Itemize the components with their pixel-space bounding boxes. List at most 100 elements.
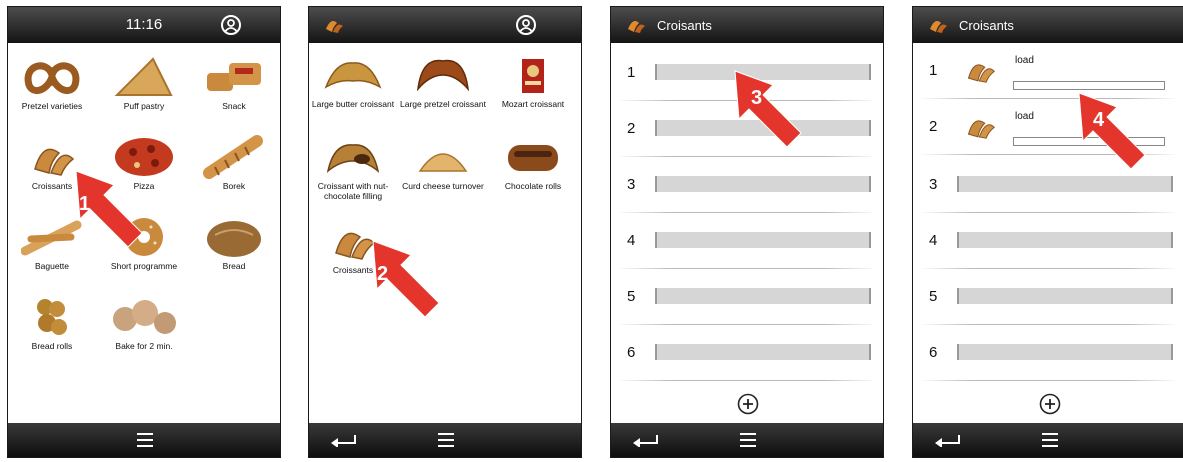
product-curd-cheese-turnover[interactable]: Curd cheese turnover bbox=[399, 135, 487, 191]
croissant-logo-icon[interactable] bbox=[927, 15, 949, 35]
puff-pastry-icon bbox=[114, 57, 173, 96]
croissant-logo-icon[interactable] bbox=[323, 15, 345, 35]
croissant-icon bbox=[416, 59, 470, 92]
slot-empty-bar[interactable] bbox=[655, 176, 871, 192]
product-label: Baguette bbox=[34, 261, 70, 271]
step-arrow-4: 4 bbox=[1075, 91, 1155, 181]
screen-croissant-products: Large butter croissant Large pretzel cro… bbox=[308, 6, 582, 458]
red-arrow-icon bbox=[734, 70, 802, 148]
screen-product-categories: 11:16 Pretzel varieties Puff pastry Snac… bbox=[7, 6, 281, 458]
menu-icon[interactable] bbox=[135, 431, 155, 449]
screen-title: Croisants bbox=[657, 18, 712, 33]
top-bar bbox=[309, 7, 581, 43]
croissant-logo-icon[interactable] bbox=[625, 15, 647, 35]
croissant-icon bbox=[326, 144, 380, 173]
slot-number: 4 bbox=[929, 232, 938, 249]
croissant-icon bbox=[324, 62, 382, 89]
product-label: Croissant with nut-chocolate filling bbox=[317, 181, 389, 201]
slot-empty-bar[interactable] bbox=[957, 232, 1173, 248]
menu-icon[interactable] bbox=[1040, 431, 1060, 449]
product-label: Large butter croissant bbox=[311, 99, 395, 109]
product-chocolate-rolls[interactable]: Chocolate rolls bbox=[489, 135, 577, 191]
product-pretzel-varieties[interactable]: Pretzel varieties bbox=[8, 55, 96, 111]
step-number: 3 bbox=[751, 87, 763, 109]
slot-row[interactable]: 4 bbox=[913, 213, 1183, 269]
slot-row[interactable]: 6 bbox=[611, 325, 883, 381]
back-arrow-icon[interactable] bbox=[933, 431, 963, 447]
product-label: Puff pastry bbox=[123, 101, 165, 111]
menu-icon[interactable] bbox=[436, 431, 456, 449]
product-bake-2-min[interactable]: Bake for 2 min. bbox=[100, 295, 188, 351]
product-label: Short programme bbox=[110, 261, 178, 271]
product-snack[interactable]: Snack bbox=[190, 55, 278, 111]
bottom-bar bbox=[8, 423, 280, 457]
turnover-icon bbox=[418, 153, 468, 172]
step-number: 2 bbox=[377, 263, 389, 285]
product-label: Pretzel varieties bbox=[21, 101, 83, 111]
product-large-pretzel-croissant[interactable]: Large pretzel croissant bbox=[399, 53, 487, 109]
slot-number: 1 bbox=[929, 62, 938, 79]
product-croissant-nut-chocolate[interactable]: Croissant with nut-chocolate filling bbox=[309, 135, 397, 201]
slot-empty-bar[interactable] bbox=[655, 288, 871, 304]
slot-empty-bar[interactable] bbox=[655, 344, 871, 360]
bottom-bar bbox=[913, 423, 1183, 457]
slot-empty-bar[interactable] bbox=[655, 232, 871, 248]
slot-number: 6 bbox=[627, 344, 636, 361]
back-arrow-icon[interactable] bbox=[631, 431, 661, 447]
slot-number: 6 bbox=[929, 344, 938, 361]
screen-title: Croisants bbox=[959, 18, 1014, 33]
add-icon[interactable] bbox=[737, 393, 759, 415]
screen-slots-empty: Croisants 1 2 3 4 5 6 3 bbox=[610, 6, 884, 458]
chocolate-roll-icon bbox=[508, 145, 558, 171]
slot-row[interactable]: 5 bbox=[611, 269, 883, 325]
product-label: Borek bbox=[222, 181, 246, 191]
product-puff-pastry[interactable]: Puff pastry bbox=[100, 55, 188, 111]
bottom-bar bbox=[611, 423, 883, 457]
profile-icon[interactable] bbox=[515, 14, 537, 36]
slot-number: 3 bbox=[929, 176, 938, 193]
slot-number: 2 bbox=[627, 120, 636, 137]
product-label: Snack bbox=[222, 101, 246, 111]
slot-empty-bar[interactable] bbox=[957, 288, 1173, 304]
slot-progress-bar bbox=[1013, 81, 1165, 90]
product-large-butter-croissant[interactable]: Large butter croissant bbox=[309, 53, 397, 109]
product-bread-rolls[interactable]: Bread rolls bbox=[8, 295, 96, 351]
step-arrow-3: 3 bbox=[731, 69, 811, 159]
red-arrow-icon bbox=[75, 170, 143, 248]
slot-number: 1 bbox=[627, 64, 636, 81]
step-number: 4 bbox=[1093, 109, 1105, 131]
divider bbox=[617, 380, 877, 381]
mozart-box-icon bbox=[522, 59, 544, 93]
product-label: Large pretzel croissant bbox=[400, 99, 486, 109]
back-arrow-icon[interactable] bbox=[329, 431, 359, 447]
slot-row[interactable]: 4 bbox=[611, 213, 883, 269]
slot-row[interactable]: 3 bbox=[611, 157, 883, 213]
croissant-icon bbox=[967, 64, 995, 83]
bread-rolls-icon bbox=[37, 299, 67, 335]
screen-slots-loaded: Croisants 1 load 2 load 3 4 5 6 4 bbox=[912, 6, 1183, 458]
product-label: Bread bbox=[222, 261, 246, 271]
top-bar: 11:16 bbox=[8, 7, 280, 43]
product-label: Bread rolls bbox=[31, 341, 73, 351]
slot-status-label: load bbox=[1015, 111, 1034, 122]
croissant-icon bbox=[967, 120, 995, 139]
product-mozart-croissant[interactable]: Mozart croissant bbox=[489, 53, 577, 109]
menu-icon[interactable] bbox=[738, 431, 758, 449]
slot-number: 4 bbox=[627, 232, 636, 249]
slot-number: 2 bbox=[929, 118, 938, 135]
profile-icon[interactable] bbox=[220, 14, 242, 36]
product-label: Bake for 2 min. bbox=[115, 341, 173, 351]
slot-row[interactable]: 5 bbox=[913, 269, 1183, 325]
top-bar: Croisants bbox=[611, 7, 883, 43]
divider bbox=[919, 380, 1179, 381]
slot-status-label: load bbox=[1015, 55, 1034, 66]
slot-row[interactable]: 6 bbox=[913, 325, 1183, 381]
product-bread[interactable]: Bread bbox=[190, 215, 278, 271]
product-label: Mozart croissant bbox=[501, 99, 565, 109]
product-label: Curd cheese turnover bbox=[402, 181, 484, 191]
slot-number: 5 bbox=[929, 288, 938, 305]
add-icon[interactable] bbox=[1039, 393, 1061, 415]
snack-icon bbox=[207, 63, 261, 91]
slot-empty-bar[interactable] bbox=[957, 344, 1173, 360]
product-borek[interactable]: Borek bbox=[190, 135, 278, 191]
